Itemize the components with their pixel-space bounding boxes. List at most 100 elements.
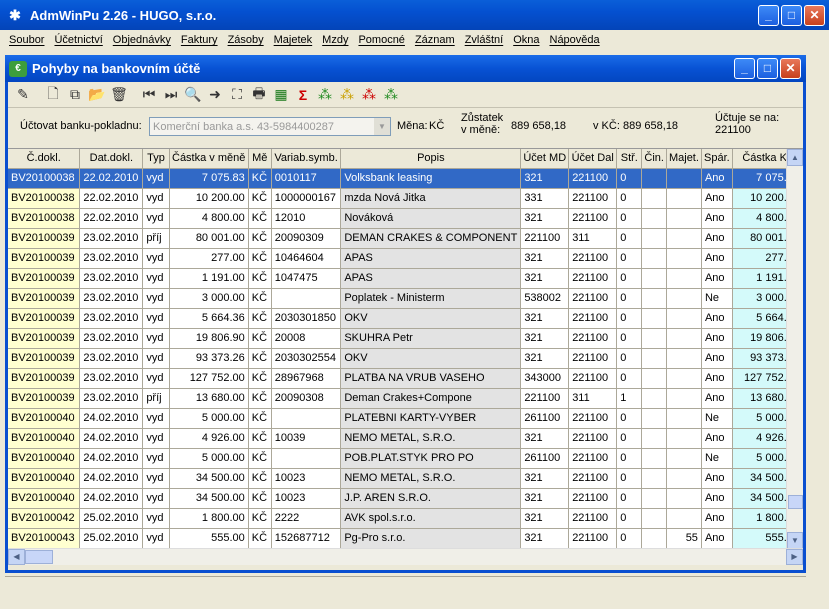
table-cell[interactable]: 23.02.2010 bbox=[79, 388, 144, 409]
tree-up-icon[interactable]: ⁂ bbox=[380, 84, 402, 106]
table-cell[interactable]: 23.02.2010 bbox=[79, 328, 144, 349]
table-cell[interactable]: 221100 bbox=[568, 488, 618, 509]
table-cell[interactable] bbox=[666, 188, 702, 209]
table-cell[interactable]: 221100 bbox=[568, 528, 618, 548]
table-cell[interactable]: 221100 bbox=[568, 428, 618, 449]
table-cell[interactable] bbox=[271, 448, 342, 469]
table-cell[interactable]: BV20100038 bbox=[8, 208, 81, 229]
table-cell[interactable]: 277.00 bbox=[169, 248, 249, 269]
table-row[interactable]: BV20100040 24.02.2010 vyd 34 500.00 KČ 10023 J… bbox=[8, 488, 803, 509]
table-cell[interactable]: BV20100040 bbox=[8, 408, 81, 429]
table-cell[interactable] bbox=[666, 208, 702, 229]
table-cell[interactable] bbox=[666, 448, 702, 469]
table-cell[interactable]: KČ bbox=[248, 508, 272, 529]
table-cell[interactable]: KČ bbox=[248, 228, 272, 249]
table-cell[interactable]: 321 bbox=[520, 308, 570, 329]
table-cell[interactable]: vyd bbox=[142, 368, 170, 389]
table-cell[interactable]: 221100 bbox=[568, 468, 618, 489]
table-cell[interactable]: 321 bbox=[520, 348, 570, 369]
table-cell[interactable]: 23.02.2010 bbox=[79, 288, 144, 309]
table-row[interactable]: BV20100039 23.02.2010 vyd 93 373.26 KČ 203030… bbox=[8, 348, 803, 369]
table-cell[interactable]: KČ bbox=[248, 488, 272, 509]
tree-play-icon[interactable]: ⁂ bbox=[314, 84, 336, 106]
table-cell[interactable]: 221100 bbox=[568, 308, 618, 329]
table-row[interactable]: BV20100043 25.02.2010 vyd 555.00 KČ 152687712… bbox=[8, 528, 803, 548]
table-cell[interactable]: 0 bbox=[616, 448, 643, 469]
open-folder-icon[interactable]: 📂 bbox=[86, 84, 108, 106]
table-cell[interactable] bbox=[666, 468, 702, 489]
table-cell[interactable] bbox=[641, 428, 667, 449]
table-cell[interactable]: příj bbox=[142, 228, 170, 249]
table-cell[interactable]: 221100 bbox=[568, 348, 618, 369]
table-cell[interactable] bbox=[641, 288, 667, 309]
menu-ucetnictvi[interactable]: Účetnictví bbox=[49, 34, 107, 46]
table-cell[interactable]: 22.02.2010 bbox=[79, 168, 144, 189]
table-cell[interactable]: BV20100039 bbox=[8, 348, 81, 369]
table-cell[interactable]: Deman Crakes+Compone bbox=[340, 388, 522, 409]
child-minimize-button[interactable]: _ bbox=[734, 58, 755, 79]
tree-pause-icon[interactable]: ⁂ bbox=[336, 84, 358, 106]
scroll-thumb[interactable] bbox=[788, 495, 803, 509]
table-cell[interactable]: BV20100040 bbox=[8, 488, 81, 509]
table-cell[interactable]: 261100 bbox=[520, 408, 570, 429]
table-cell[interactable] bbox=[641, 408, 667, 429]
table-cell[interactable]: 221100 bbox=[568, 508, 618, 529]
table-cell[interactable]: 221100 bbox=[568, 268, 618, 289]
table-cell[interactable]: Ano bbox=[701, 328, 733, 349]
table-cell[interactable]: Volksbank leasing bbox=[340, 168, 522, 189]
menu-soubor[interactable]: Soubor bbox=[4, 34, 49, 46]
table-cell[interactable]: KČ bbox=[248, 428, 272, 449]
table-cell[interactable]: 261100 bbox=[520, 448, 570, 469]
table-cell[interactable]: 0 bbox=[616, 428, 643, 449]
table-cell[interactable]: 1 bbox=[616, 388, 643, 409]
table-cell[interactable] bbox=[666, 368, 702, 389]
menu-napoveda[interactable]: Nápověda bbox=[545, 34, 605, 46]
print-icon[interactable]: 🖶 bbox=[248, 84, 270, 106]
next-icon[interactable]: ➜ bbox=[204, 84, 226, 106]
table-cell[interactable]: 0 bbox=[616, 488, 643, 509]
table-cell[interactable]: příj bbox=[142, 388, 170, 409]
menu-zvlastni[interactable]: Zvláštní bbox=[460, 34, 509, 46]
table-cell[interactable]: J.P. AREN S.R.O. bbox=[340, 488, 522, 509]
table-cell[interactable]: KČ bbox=[248, 408, 272, 429]
table-cell[interactable] bbox=[666, 308, 702, 329]
table-cell[interactable] bbox=[641, 488, 667, 509]
table-cell[interactable]: KČ bbox=[248, 288, 272, 309]
table-cell[interactable]: 331 bbox=[520, 188, 570, 209]
table-cell[interactable]: vyd bbox=[142, 188, 170, 209]
table-cell[interactable]: 0 bbox=[616, 228, 643, 249]
menu-majetek[interactable]: Majetek bbox=[269, 34, 318, 46]
table-cell[interactable]: 538002 bbox=[520, 288, 570, 309]
table-cell[interactable]: 0 bbox=[616, 208, 643, 229]
table-cell[interactable]: BV20100039 bbox=[8, 248, 81, 269]
table-cell[interactable]: Ano bbox=[701, 348, 733, 369]
table-cell[interactable]: KČ bbox=[248, 208, 272, 229]
col-header[interactable]: Účet MD bbox=[520, 149, 570, 169]
table-cell[interactable]: 311 bbox=[568, 388, 618, 409]
table-cell[interactable]: 221100 bbox=[568, 188, 618, 209]
col-header[interactable]: Čin. bbox=[641, 149, 667, 169]
table-cell[interactable]: 321 bbox=[520, 468, 570, 489]
col-header[interactable]: Majet. bbox=[666, 149, 702, 169]
table-cell[interactable]: 20090309 bbox=[271, 228, 342, 249]
table-cell[interactable]: 321 bbox=[520, 248, 570, 269]
table-cell[interactable]: 321 bbox=[520, 488, 570, 509]
first-record-icon[interactable]: ⏮ bbox=[138, 84, 160, 106]
table-cell[interactable]: 221100 bbox=[568, 448, 618, 469]
table-cell[interactable]: 127 752.00 bbox=[169, 368, 249, 389]
table-cell[interactable]: Ne bbox=[701, 288, 733, 309]
table-cell[interactable]: KČ bbox=[248, 528, 272, 548]
new-document-icon[interactable]: 🗋 bbox=[42, 84, 64, 106]
table-cell[interactable]: 0 bbox=[616, 168, 643, 189]
table-cell[interactable]: BV20100039 bbox=[8, 268, 81, 289]
hscroll-thumb[interactable] bbox=[25, 550, 53, 564]
table-cell[interactable]: KČ bbox=[248, 268, 272, 289]
table-cell[interactable]: 0 bbox=[616, 468, 643, 489]
table-cell[interactable]: vyd bbox=[142, 408, 170, 429]
table-cell[interactable] bbox=[641, 308, 667, 329]
table-cell[interactable] bbox=[641, 528, 667, 548]
table-cell[interactable]: 7 075.83 bbox=[169, 168, 249, 189]
table-cell[interactable]: Nováková bbox=[340, 208, 522, 229]
table-cell[interactable]: BV20100040 bbox=[8, 468, 81, 489]
table-cell[interactable]: mzda Nová Jitka bbox=[340, 188, 522, 209]
